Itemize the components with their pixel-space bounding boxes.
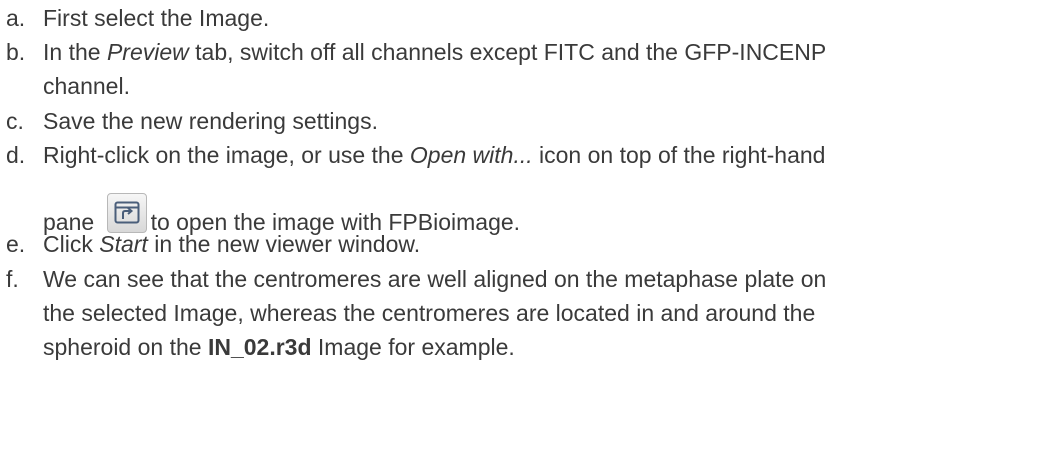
step-text-pre: Right-click on the image, or use the [43,142,410,168]
step-marker: e. [6,231,26,257]
step-line: First select the Image. [43,5,270,31]
step-line: In the Preview tab, switch off all chann… [43,35,1058,69]
step-line: Save the new rendering settings. [43,108,378,134]
step-text: Right-click on the image, or use the Ope… [43,138,1058,235]
step-text-post: Image for example. [311,334,515,360]
step-marker: f. [6,266,19,292]
step-text: Save the new rendering settings. [43,104,1058,138]
step-text: First select the Image. [43,1,1058,35]
step-marker: b. [6,39,26,65]
step-line: We can see that the centromeres are well… [43,266,827,292]
step-text-post: icon on top of the right-hand [532,142,826,168]
step-text: We can see that the centromeres are well… [43,262,1058,364]
open-with-icon-glyph [114,201,140,224]
step-text: Click Start in the new viewer window. [43,227,1058,261]
step-line: the selected Image, whereas the centrome… [43,300,816,326]
preview-tab-name: Preview [106,39,189,65]
step-text-pre: Click [43,231,100,257]
step-marker: a. [6,5,26,31]
image-filename: IN_02.r3d [207,334,312,360]
step-marker: c. [6,108,24,134]
step-line: Click Start in the new viewer window. [43,227,1058,261]
step-line: channel. [43,73,130,99]
step-text-pre: In the [43,39,107,65]
step-line: pane to open the image with FPBioimage. [43,193,520,235]
start-button-name: Start [99,231,148,257]
instruction-list: a. First select the Image. b. In the Pre… [0,0,1063,454]
step-text-post: in the new viewer window. [147,231,421,257]
step-text-post: tab, switch off all channels except FITC… [188,39,827,65]
step-line: spheroid on the IN_02.r3d Image for exam… [43,330,1058,364]
step-marker: d. [6,142,26,168]
open-with-label: Open with... [409,142,533,168]
step-text-pre: spheroid on the [43,334,208,360]
step-text: In the Preview tab, switch off all chann… [43,35,1058,103]
step-line: Right-click on the image, or use the Ope… [43,138,1058,172]
